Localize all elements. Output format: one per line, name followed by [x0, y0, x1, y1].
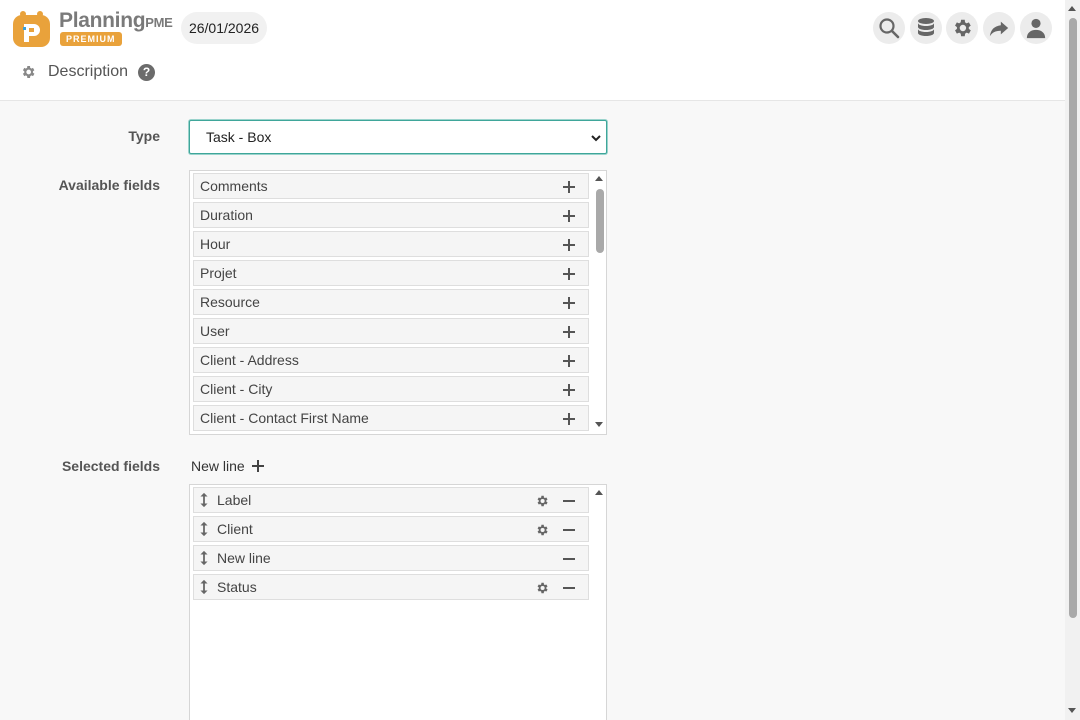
user-icon	[1026, 18, 1046, 39]
type-select[interactable]: Task - Box	[189, 120, 607, 154]
selected-field-label: Client	[217, 521, 253, 537]
logo-tag: PREMIUM	[60, 32, 122, 46]
available-field-item[interactable]: User	[193, 318, 589, 344]
search-icon	[879, 18, 900, 39]
scroll-up-icon[interactable]	[595, 176, 603, 181]
available-field-label: Client - City	[200, 381, 273, 397]
remove-field-minus-icon[interactable]	[562, 581, 576, 595]
available-field-label: Projet	[200, 265, 237, 281]
page-scroll-up-icon[interactable]	[1068, 6, 1076, 11]
database-button[interactable]	[910, 12, 942, 44]
available-field-label: Duration	[200, 207, 253, 223]
available-fields-list[interactable]: Comments Duration Hour Projet Resource User Cl…	[189, 170, 607, 435]
add-field-plus-icon[interactable]	[562, 180, 576, 194]
help-icon[interactable]: ?	[138, 63, 156, 81]
user-button[interactable]	[1020, 12, 1052, 44]
selected-field-label: New line	[217, 550, 271, 566]
selected-field-label: Label	[217, 492, 252, 508]
current-date[interactable]: 26/01/2026	[181, 12, 267, 44]
available-field-label: Resource	[200, 294, 260, 310]
scroll-thumb[interactable]	[596, 189, 604, 253]
selected-field-item[interactable]: Client	[193, 516, 589, 542]
add-field-plus-icon[interactable]	[562, 354, 576, 368]
available-field-label: User	[200, 323, 230, 339]
remove-field-minus-icon[interactable]	[562, 523, 576, 537]
gear-icon[interactable]	[535, 523, 549, 537]
scroll-down-icon[interactable]	[595, 422, 603, 427]
section-title: Description	[48, 63, 129, 80]
type-select-value: Task - Box	[206, 129, 272, 145]
top-bar: PlanningPME PREMIUM 26/01/2026 Descripti…	[0, 0, 1065, 101]
available-field-item[interactable]: Duration	[193, 202, 589, 228]
new-line-label: New line	[191, 458, 245, 474]
available-field-item[interactable]: Client - City	[193, 376, 589, 402]
app-logo[interactable]: PlanningPME PREMIUM	[12, 7, 173, 49]
add-field-plus-icon[interactable]	[562, 209, 576, 223]
scroll-up-icon[interactable]	[595, 490, 603, 495]
settings-button[interactable]	[946, 12, 978, 44]
available-field-label: Client - Address	[200, 352, 299, 368]
gear-icon[interactable]	[20, 64, 36, 80]
selected-fields-label: Selected fields	[61, 458, 160, 474]
drag-handle-icon[interactable]	[199, 550, 209, 566]
available-field-label: Client - Contact First Name	[200, 410, 369, 426]
add-new-line-button[interactable]: New line	[191, 456, 265, 476]
share-button[interactable]	[983, 12, 1015, 44]
drag-handle-icon[interactable]	[199, 492, 209, 508]
add-field-plus-icon[interactable]	[562, 238, 576, 252]
page-scroll-down-icon[interactable]	[1068, 708, 1076, 713]
available-field-item[interactable]: Comments	[193, 173, 589, 199]
database-icon	[918, 18, 934, 36]
remove-field-minus-icon[interactable]	[562, 552, 576, 566]
available-field-item[interactable]: Resource	[193, 289, 589, 315]
available-field-item[interactable]: Client - Contact First Name	[193, 405, 589, 431]
selected-scrollbar[interactable]	[592, 485, 606, 720]
plus-icon	[251, 460, 264, 472]
available-field-item[interactable]: Hour	[193, 231, 589, 257]
available-field-label: Comments	[200, 178, 268, 194]
drag-handle-icon[interactable]	[199, 579, 209, 595]
add-field-plus-icon[interactable]	[562, 267, 576, 281]
available-scrollbar[interactable]	[592, 171, 606, 434]
description-header: Description ?	[20, 60, 156, 84]
drag-handle-icon[interactable]	[199, 521, 209, 537]
add-field-plus-icon[interactable]	[562, 325, 576, 339]
page-scrollbar[interactable]	[1065, 0, 1080, 720]
add-field-plus-icon[interactable]	[562, 383, 576, 397]
gear-icon[interactable]	[535, 494, 549, 508]
type-label: Type	[128, 128, 160, 144]
available-field-item[interactable]: Projet	[193, 260, 589, 286]
remove-field-minus-icon[interactable]	[562, 494, 576, 508]
page-scroll-thumb[interactable]	[1069, 18, 1077, 618]
selected-fields-list[interactable]: Label Client New line Status	[189, 484, 607, 720]
add-field-plus-icon[interactable]	[562, 296, 576, 310]
selected-field-item[interactable]: Label	[193, 487, 589, 513]
selected-field-item[interactable]: New line	[193, 545, 589, 571]
selected-field-item[interactable]: Status	[193, 574, 589, 600]
available-field-item[interactable]: Client - Address	[193, 347, 589, 373]
logo-word: PlanningPME	[59, 9, 173, 32]
gear-icon	[955, 19, 971, 37]
selected-field-label: Status	[217, 579, 257, 595]
available-fields-label: Available fields	[58, 177, 160, 193]
add-field-plus-icon[interactable]	[562, 412, 576, 426]
share-icon	[989, 21, 1009, 37]
gear-icon[interactable]	[535, 581, 549, 595]
chevron-down-icon	[591, 135, 601, 142]
search-button[interactable]	[873, 12, 905, 44]
available-field-label: Hour	[200, 236, 231, 252]
logo-badge-icon	[13, 11, 50, 47]
